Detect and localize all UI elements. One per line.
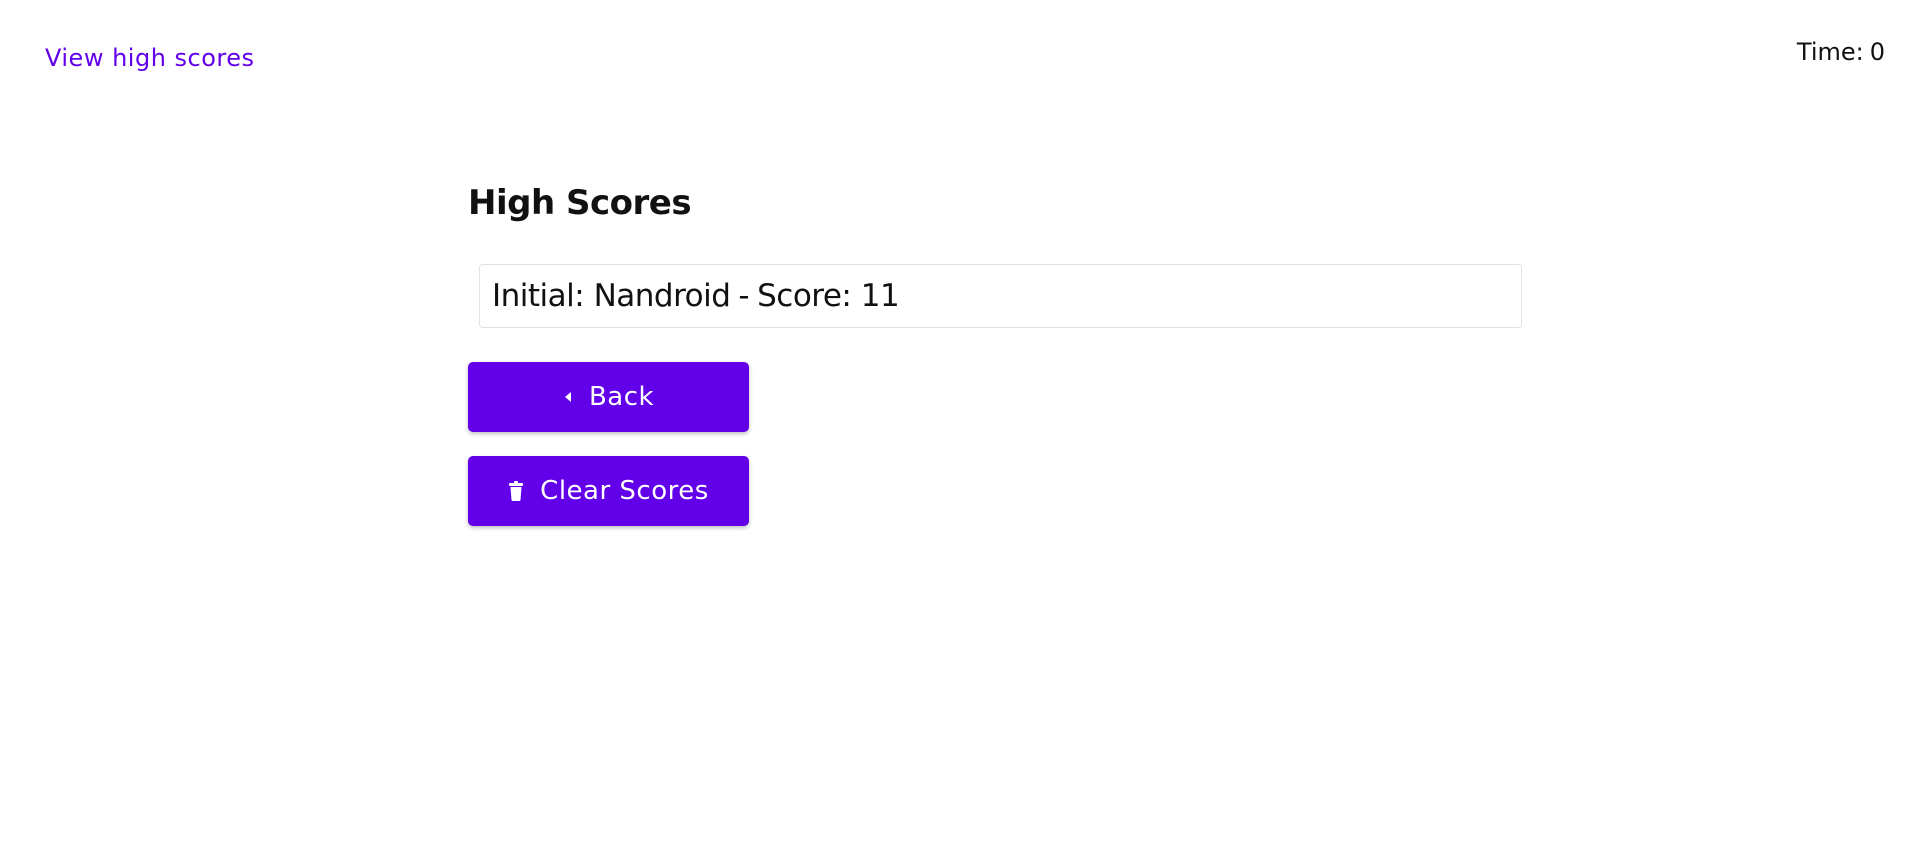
timer-value: 0 [1869, 38, 1885, 66]
score-list: Initial: Nandroid - Score: 11 [479, 264, 1522, 328]
back-button-label: Back [588, 382, 655, 412]
caret-left-icon [563, 390, 573, 404]
score-initial: Initial: Nandroid [492, 278, 731, 314]
high-scores-panel: High Scores Initial: Nandroid - Score: 1… [468, 178, 1528, 526]
page-title: High Scores [468, 183, 692, 223]
clear-scores-button[interactable]: Clear Scores [468, 456, 749, 526]
score-value: Score: 11 [757, 278, 900, 314]
back-button[interactable]: Back [468, 362, 749, 432]
clear-scores-button-label: Clear Scores [540, 476, 709, 506]
trash-icon [508, 481, 524, 501]
score-separator: - [738, 278, 750, 314]
timer-label: Time: [1796, 38, 1864, 66]
score-list-item: Initial: Nandroid - Score: 11 [479, 264, 1522, 328]
view-high-scores-link[interactable]: View high scores [45, 44, 255, 72]
page: View high scores Time: 0 High Scores Init… [0, 0, 1905, 859]
timer: Time: 0 [1797, 38, 1885, 66]
